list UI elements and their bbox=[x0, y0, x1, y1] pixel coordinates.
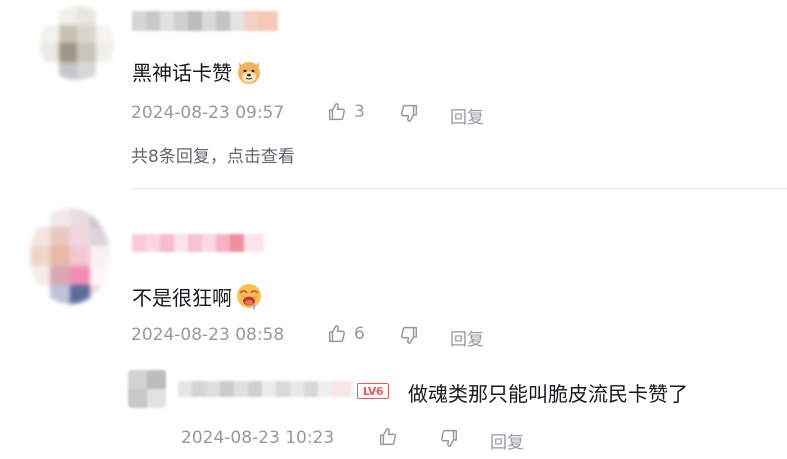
view-replies-link[interactable]: 共8条回复，点击查看 bbox=[131, 142, 295, 167]
like-count: 6 bbox=[354, 324, 365, 344]
level-badge: LV6 bbox=[357, 383, 389, 399]
comment-text-label: 黑神话卡赞 bbox=[132, 60, 232, 85]
divider bbox=[131, 188, 787, 189]
thumbs-up-icon bbox=[379, 428, 397, 446]
reply-button[interactable]: 回复 bbox=[450, 103, 484, 128]
reply-button[interactable]: 回复 bbox=[490, 428, 524, 453]
comment-time: 2024-08-23 09:57 bbox=[131, 103, 285, 123]
avatar[interactable] bbox=[40, 6, 114, 80]
thumbs-up-icon bbox=[328, 103, 346, 121]
doge-emoji-icon bbox=[234, 56, 264, 86]
like-button[interactable]: 6 bbox=[326, 323, 365, 345]
comment-text-label: 不是很狂啊 bbox=[132, 285, 232, 310]
like-button[interactable]: 3 bbox=[326, 101, 365, 123]
drooling-emoji-icon bbox=[234, 281, 264, 311]
comment-text: 黑神话卡赞 bbox=[132, 56, 264, 86]
username[interactable] bbox=[178, 381, 352, 397]
thumbs-down-icon bbox=[440, 429, 458, 447]
dislike-button[interactable] bbox=[398, 102, 420, 124]
username[interactable] bbox=[132, 11, 278, 31]
reply-text: 做魂类那只能叫脆皮流民卡赞了 bbox=[408, 382, 688, 406]
comment-time: 2024-08-23 08:58 bbox=[131, 325, 285, 345]
like-button[interactable] bbox=[377, 426, 399, 448]
thumbs-down-icon bbox=[400, 326, 418, 344]
username[interactable] bbox=[132, 234, 264, 252]
comment-section: 黑神话卡赞 2024-08-23 09:57 3 回复 共8条回复，点击查看 不… bbox=[0, 0, 787, 459]
thumbs-down-icon bbox=[400, 104, 418, 122]
avatar[interactable] bbox=[30, 208, 110, 304]
reply-time: 2024-08-23 10:23 bbox=[181, 428, 335, 448]
comment-text: 不是很狂啊 bbox=[132, 281, 264, 311]
like-count: 3 bbox=[354, 102, 365, 122]
reply-button[interactable]: 回复 bbox=[450, 325, 484, 350]
dislike-button[interactable] bbox=[438, 427, 460, 449]
thumbs-up-icon bbox=[328, 325, 346, 343]
dislike-button[interactable] bbox=[398, 324, 420, 346]
avatar[interactable] bbox=[128, 370, 166, 408]
